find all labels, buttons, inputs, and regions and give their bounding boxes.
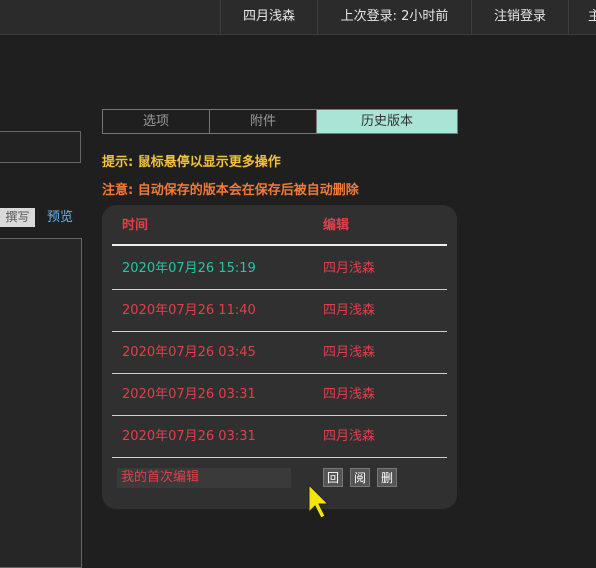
row-time: 2020年07月26 03:31 [122,387,256,402]
table-row[interactable]: 2020年07月26 03:31 四月浅森 [112,416,447,458]
row-editor: 四月浅森 [323,387,376,402]
top-navbar: 四月浅森 上次登录: 2小时前 注销登录 主 [0,0,596,35]
logout-link[interactable]: 注销登录 [471,0,568,34]
content-textarea[interactable] [0,238,82,568]
row-editor: 四月浅森 [323,261,376,276]
table-row[interactable]: 2020年07月26 15:19 四月浅森 [112,248,447,290]
title-input[interactable] [0,131,81,163]
history-panel: 时间 编辑 2020年07月26 15:19 四月浅森 2020年07月26 1… [102,205,457,509]
table-row[interactable]: 2020年07月26 03:45 四月浅森 [112,332,447,374]
mouse-pointer-icon [308,484,330,519]
tab-options[interactable]: 选项 [103,110,209,133]
row-time: 2020年07月26 15:19 [122,261,256,276]
user-name-link[interactable]: 四月浅森 [220,0,317,34]
version-note-input[interactable]: 我的首次编辑 [117,468,291,488]
nav-item-main[interactable]: 主 [568,0,596,34]
option-tabs: 选项 附件 历史版本 [102,109,458,134]
column-editor: 编辑 [323,218,350,233]
row-time: 2020年07月26 03:31 [122,429,256,444]
delete-button[interactable]: 删 [377,468,397,487]
tab-attachments[interactable]: 附件 [209,110,316,133]
table-row[interactable]: 2020年07月26 11:40 四月浅森 [112,290,447,332]
row-editor: 四月浅森 [323,429,376,444]
row-editor: 四月浅森 [323,345,376,360]
tab-history[interactable]: 历史版本 [316,110,457,133]
table-header: 时间 编辑 [112,205,447,246]
row-time: 2020年07月26 11:40 [122,303,256,318]
preview-tab[interactable]: 预览 [47,208,73,227]
tip-text: 提示: 鼠标悬停以显示更多操作 [102,155,281,170]
row-time: 2020年07月26 03:45 [122,345,256,360]
column-time: 时间 [122,218,149,233]
row-editor: 四月浅森 [323,303,376,318]
table-row[interactable]: 2020年07月26 03:31 四月浅森 [112,374,447,416]
view-button[interactable]: 阅 [350,468,370,487]
notice-text: 注意: 自动保存的版本会在保存后被自动删除 [102,183,359,198]
write-tab[interactable]: 撰写 [0,208,35,227]
last-login-info: 上次登录: 2小时前 [317,0,471,34]
